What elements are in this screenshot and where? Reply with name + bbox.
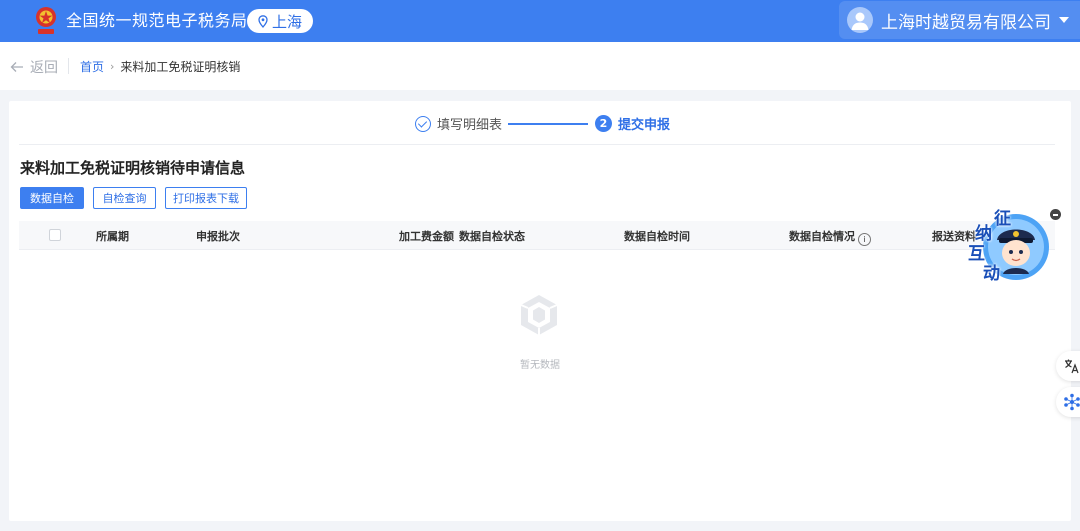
column-header-processing-fee: 加工费金额 <box>399 230 454 243</box>
app-title: 全国统一规范电子税务局 <box>66 11 248 30</box>
step-2-label: 提交申报 <box>618 118 671 133</box>
empty-box-icon <box>520 295 558 335</box>
column-header-check-result-label: 数据自检情况 <box>789 230 855 243</box>
column-header-check-result: 数据自检情况 i <box>789 228 871 246</box>
column-header-period: 所属期 <box>96 230 129 243</box>
steps-bar: 填写明细表 2 提交申报 <box>9 101 1071 145</box>
select-all-checkbox[interactable] <box>49 229 61 241</box>
network-dots-button[interactable] <box>1056 387 1080 417</box>
step-connector <box>508 123 588 125</box>
location-selector[interactable]: 上海 <box>247 9 313 33</box>
info-icon[interactable]: i <box>858 233 871 246</box>
self-check-query-button[interactable]: 自检查询 <box>93 187 156 209</box>
location-pin-icon <box>258 14 268 28</box>
back-arrow-icon <box>10 62 23 72</box>
chevron-down-icon <box>1059 17 1069 23</box>
back-label: 返回 <box>30 60 58 76</box>
column-header-check-time: 数据自检时间 <box>624 230 690 243</box>
network-dots-icon <box>1064 393 1080 411</box>
close-icon[interactable] <box>1050 209 1061 220</box>
divider <box>68 58 69 74</box>
emblem-icon <box>36 7 56 34</box>
company-name: 上海时越贸易有限公司 <box>881 12 1051 33</box>
breadcrumb-bar: 返回 首页 › 来料加工免税证明核销 <box>0 42 1080 90</box>
breadcrumb-home[interactable]: 首页 <box>80 58 104 75</box>
user-avatar-icon <box>847 7 873 33</box>
assistant-mascot[interactable]: 征 纳 互 动 <box>965 204 1053 284</box>
translate-button[interactable] <box>1056 351 1080 381</box>
print-download-button[interactable]: 打印报表下载 <box>165 187 247 209</box>
step-1-label: 填写明细表 <box>437 118 503 133</box>
mascot-char: 动 <box>983 264 1000 284</box>
self-check-button[interactable]: 数据自检 <box>20 187 84 209</box>
check-circle-icon <box>415 115 431 132</box>
location-label: 上海 <box>271 12 302 31</box>
empty-state-text: 暂无数据 <box>520 360 560 371</box>
breadcrumb-separator: › <box>110 60 115 73</box>
breadcrumb-current: 来料加工免税证明核销 <box>120 60 241 74</box>
column-header-check-status: 数据自检状态 <box>459 230 525 243</box>
step-2: 2 提交申报 <box>595 114 670 133</box>
mascot-char: 征 <box>994 209 1011 229</box>
company-menu[interactable]: 上海时越贸易有限公司 <box>839 1 1080 39</box>
table-header: 所属期 申报批次 加工费金额 数据自检状态 数据自检时间 数据自检情况 i 报送资… <box>19 221 1055 250</box>
column-header-batch: 申报批次 <box>196 230 240 243</box>
top-header: 全国统一规范电子税务局 上海 上海时越贸易有限公司 <box>0 0 1080 42</box>
divider <box>19 144 1055 145</box>
back-button[interactable]: 返回 <box>10 57 58 77</box>
step-2-number: 2 <box>595 115 612 132</box>
main-card: 填写明细表 2 提交申报 来料加工免税证明核销待申请信息 数据自检 自检查询 打… <box>9 101 1071 521</box>
translate-icon <box>1065 359 1079 374</box>
step-1: 填写明细表 <box>415 114 502 133</box>
breadcrumb: 首页 › 来料加工免税证明核销 <box>80 58 240 75</box>
section-title: 来料加工免税证明核销待申请信息 <box>20 159 246 177</box>
